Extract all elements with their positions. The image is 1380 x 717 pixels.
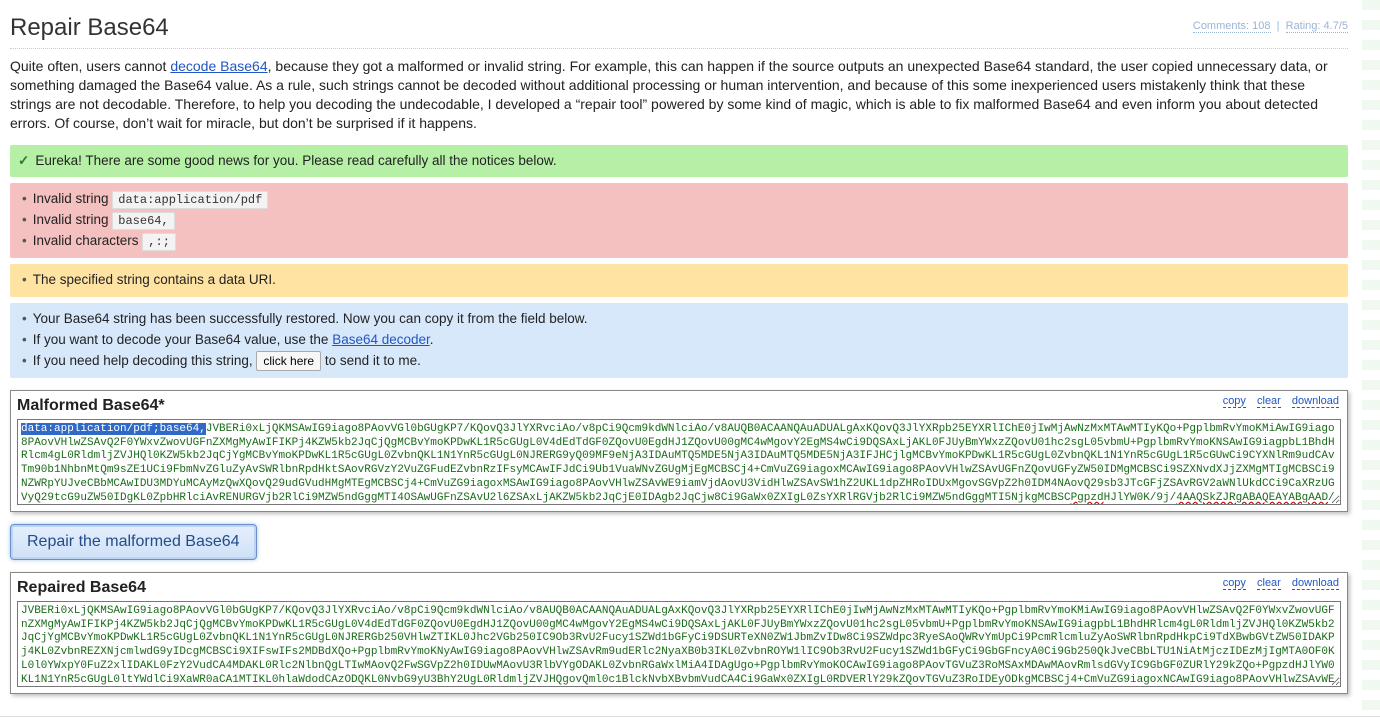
rating-link[interactable]: Rating: 4.7/5 xyxy=(1286,20,1348,33)
decoder-link[interactable]: Base64 decoder xyxy=(332,332,430,347)
bg-watermark xyxy=(1362,0,1380,716)
code-chip: ,:; xyxy=(142,233,176,251)
page-title: Repair Base64 xyxy=(10,14,1348,49)
intro-paragraph: Quite often, users cannot decode Base64,… xyxy=(10,57,1348,133)
notice-errors: Invalid string data:application/pdf Inva… xyxy=(10,183,1348,258)
code-chip: data:application/pdf xyxy=(112,191,268,209)
clear-link[interactable]: clear xyxy=(1257,395,1281,408)
notice-warning: The specified string contains a data URI… xyxy=(10,264,1348,297)
repaired-title: Repaired Base64 xyxy=(17,579,1341,597)
decode-link[interactable]: decode Base64 xyxy=(170,58,267,74)
code-chip: base64, xyxy=(112,212,174,230)
check-icon: ✓ xyxy=(18,153,29,168)
clear-link[interactable]: clear xyxy=(1257,577,1281,590)
download-link[interactable]: download xyxy=(1292,395,1339,408)
repaired-output[interactable]: JVBERi0xLjQKMSAwIG9iago8PAovVGl0bGUgKP7/… xyxy=(17,601,1341,687)
notice-info: Your Base64 string has been successfully… xyxy=(10,303,1348,378)
click-here-button[interactable]: click here xyxy=(256,351,321,371)
copy-link[interactable]: copy xyxy=(1223,577,1246,590)
download-link[interactable]: download xyxy=(1292,577,1339,590)
repaired-section: copy clear download Repaired Base64 JVBE… xyxy=(10,572,1348,694)
copy-link[interactable]: copy xyxy=(1223,395,1246,408)
meta-bar: Comments: 108 | Rating: 4.7/5 xyxy=(1193,20,1348,32)
malformed-title: Malformed Base64* xyxy=(17,397,1341,415)
malformed-input[interactable]: data:application/pdf;base64,JVBERi0xLjQK… xyxy=(17,419,1341,505)
malformed-section: copy clear download Malformed Base64* da… xyxy=(10,390,1348,512)
repair-button[interactable]: Repair the malformed Base64 xyxy=(10,524,257,560)
comments-link[interactable]: Comments: 108 xyxy=(1193,20,1271,33)
notice-success: ✓Eureka! There are some good news for yo… xyxy=(10,145,1348,178)
